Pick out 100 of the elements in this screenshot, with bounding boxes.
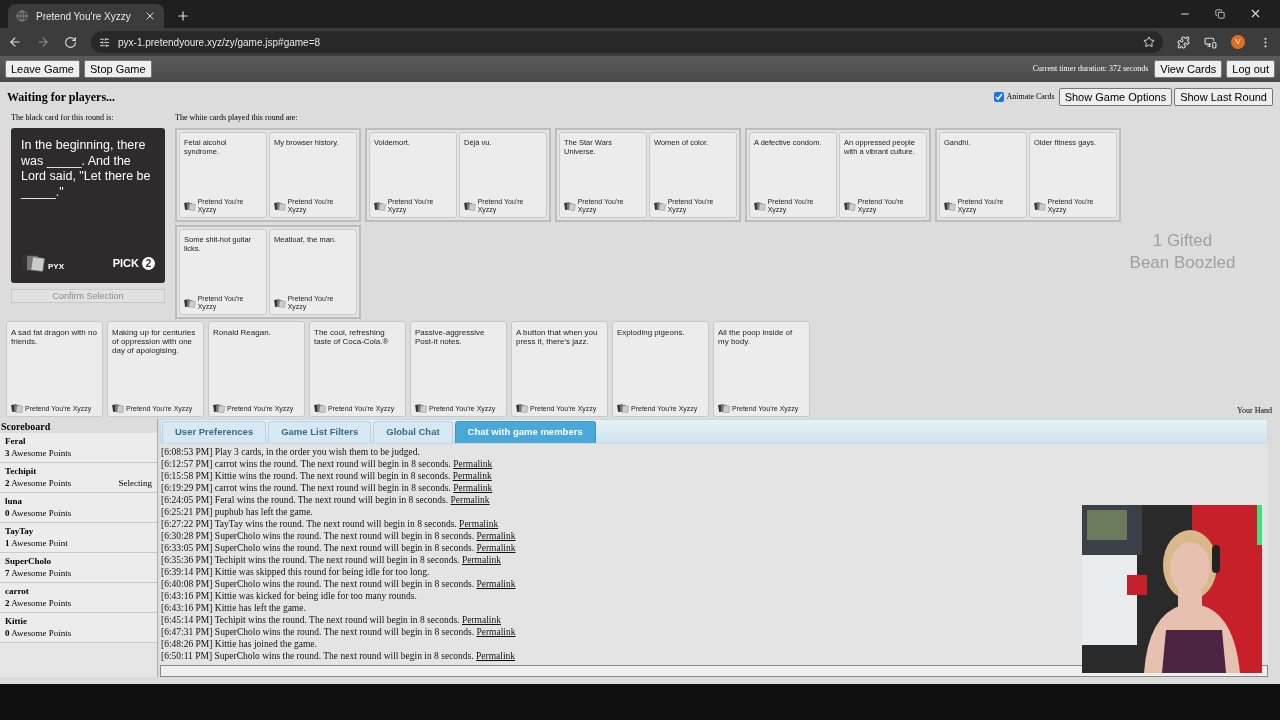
tab[interactable]: Global Chat xyxy=(373,421,453,443)
permalink-link[interactable]: Permalink xyxy=(476,627,516,637)
forward-icon[interactable] xyxy=(36,35,50,49)
permalink-link[interactable]: Permalink xyxy=(450,495,490,505)
player-points: 2 Awesome Points xyxy=(5,477,73,489)
toolbar-button[interactable]: Log out xyxy=(1226,60,1275,78)
permalink-link[interactable]: Permalink xyxy=(453,483,493,493)
card-text: Passive-aggressive Post-it notes. xyxy=(415,328,486,347)
card-logo-icon xyxy=(844,201,856,211)
chat-message: [6:35:36 PM] Techipit wins the round. The next round will begin in 8 seconds. Permalink xyxy=(161,554,502,566)
permalink-link[interactable]: Permalink xyxy=(476,579,516,589)
permalink-link[interactable]: Permalink xyxy=(476,651,516,661)
player-name: Feral xyxy=(5,435,27,447)
pick-count: 2 xyxy=(142,256,155,270)
option-button[interactable]: Show Last Round xyxy=(1174,88,1273,106)
chat-message: [6:40:08 PM] SuperCholo wins the round. The next round will begin in 8 seconds. Permalink xyxy=(161,578,517,590)
card-logo-icon xyxy=(415,404,427,413)
card-logo-icon xyxy=(374,201,386,211)
permalink-link[interactable]: Permalink xyxy=(461,615,501,625)
browser-tab[interactable]: Pretend You're Xyzzy xyxy=(8,4,164,28)
back-icon[interactable] xyxy=(8,35,22,49)
player-points: 2 Awesome Points xyxy=(5,597,73,609)
checkbox-label: Animate Cards xyxy=(1006,91,1055,103)
restore-icon[interactable] xyxy=(1215,8,1225,19)
card-logo-icon xyxy=(516,404,528,413)
card-text: The cool, refreshing taste of Coca-Cola.® xyxy=(314,328,390,347)
toolbar-button[interactable]: Leave Game xyxy=(5,60,80,78)
close-icon[interactable] xyxy=(1249,7,1262,20)
played-cards-label: The white cards played this round are: xyxy=(175,112,299,124)
game-status: Waiting for players... xyxy=(7,89,117,106)
player-name: luna xyxy=(5,495,23,507)
timer-text: Current timer duration: 372 seconds xyxy=(1032,63,1149,75)
permalink-link[interactable]: Permalink xyxy=(476,531,516,541)
card-text: Making up for centuries of oppression with one day of apologising. xyxy=(112,328,197,356)
chat-message: [6:30:28 PM] SuperCholo wins the round. The next round will begin in 8 seconds. Permalink xyxy=(161,530,517,542)
card-logo-icon xyxy=(213,404,225,413)
permalink-link[interactable]: Permalink xyxy=(461,555,501,565)
player-points: 1 Awesome Point xyxy=(5,537,69,549)
toolbar-button[interactable]: View Cards xyxy=(1154,60,1223,78)
url-text: pyx-1.pretendyoure.xyz/zy/game.jsp#game=8 xyxy=(118,35,322,50)
card-logo-icon xyxy=(654,201,666,211)
player-points: 0 Awesome Points xyxy=(5,627,73,639)
chat-message: [6:19:29 PM] carrot wins the round. The next round will begin in 8 seconds. Permalink xyxy=(161,482,494,494)
player-points: 0 Awesome Points xyxy=(5,507,73,519)
pick-label: PICK xyxy=(112,255,139,271)
animate-cards-checkbox[interactable] xyxy=(994,92,1005,102)
tab-title: Pretend You're Xyzzy xyxy=(36,9,132,24)
card-logo-icon xyxy=(564,201,576,211)
card-text: All the poop inside of my body. xyxy=(718,328,794,347)
player-points: 3 Awesome Points xyxy=(5,447,73,459)
card-text: A button that when you press it, there's jazz. xyxy=(516,328,599,347)
chat-message: [6:50:11 PM] SuperCholo wins the round. The next round will begin in 8 seconds. Permalink xyxy=(161,650,517,662)
chat-message: [6:48:26 PM] Kittie has joined the game. xyxy=(161,638,318,650)
card-logo-icon xyxy=(944,201,956,211)
card-text: A sad fat dragon with no friends. xyxy=(11,328,98,347)
chat-message: [6:47:31 PM] SuperCholo wins the round. The next round will begin in 8 seconds. Permalink xyxy=(161,626,517,638)
permalink-link[interactable]: Permalink xyxy=(452,471,492,481)
player-name: Kittie xyxy=(5,615,28,627)
chat-message: [6:43:16 PM] Kittie has left the game. xyxy=(161,602,307,614)
card-logo-icon xyxy=(11,404,23,413)
tab[interactable]: User Preferences xyxy=(162,421,267,443)
chat-message: [6:33:05 PM] SuperCholo wins the round. The next round will begin in 8 seconds. Permalink xyxy=(161,542,517,554)
card-logo-icon xyxy=(1034,201,1046,211)
toolbar-button[interactable]: Stop Game xyxy=(84,60,152,78)
chat-message: [6:25:21 PM] puphub has left the game. xyxy=(161,506,314,518)
option-button[interactable]: Show Game Options xyxy=(1058,88,1173,106)
permalink-link[interactable]: Permalink xyxy=(453,459,493,469)
card-logo-icon xyxy=(718,404,730,413)
player-status: Selecting xyxy=(118,477,152,489)
scoreboard-title: Scoreboard xyxy=(0,419,157,433)
permalink-link[interactable]: Permalink xyxy=(459,519,499,529)
prompt-card-label: The black card for this round is: xyxy=(11,112,115,124)
player-name: Techipit xyxy=(5,465,38,477)
site-settings-icon[interactable] xyxy=(99,36,110,48)
chat-message: [6:24:05 PM] Feral wins the round. The next round will begin in 8 seconds. Permalink xyxy=(161,494,491,506)
prompt-card-text: In the beginning, there was _____. And the Lord said, "Let there be _____." xyxy=(21,138,152,200)
card-logo-icon xyxy=(314,404,326,413)
card-logo-icon xyxy=(274,298,286,308)
tab[interactable]: Game List Filters xyxy=(268,421,372,443)
bookmark-star-icon[interactable] xyxy=(1143,36,1155,48)
player-points: 7 Awesome Points xyxy=(5,567,73,579)
address-bar[interactable]: pyx-1.pretendyoure.xyz/zy/game.jsp#game=8 xyxy=(91,31,1163,53)
hand-label: Your Hand xyxy=(1237,405,1272,417)
card-logo-icon xyxy=(184,201,196,211)
brand-text: PYX xyxy=(48,261,65,273)
card-logo-icon xyxy=(274,201,286,211)
new-tab-icon[interactable] xyxy=(176,9,190,23)
devices-icon[interactable] xyxy=(1204,35,1217,49)
chat-message: [6:12:57 PM] carrot wins the round. The next round will begin in 8 seconds. Permalink xyxy=(161,458,494,470)
chat-message: [6:43:16 PM] Kittie was kicked for being idle for too many rounds. xyxy=(161,590,418,602)
close-icon[interactable] xyxy=(144,10,156,22)
extensions-icon[interactable] xyxy=(1177,35,1190,49)
chat-message: [6:15:58 PM] Kittie wins the round. The next round will begin in 8 seconds. Permalink xyxy=(161,470,493,482)
player-name: SuperCholo xyxy=(5,555,52,567)
stream-overlay-text: 1 Gifted xyxy=(1152,230,1213,252)
reload-icon[interactable] xyxy=(64,35,77,49)
permalink-link[interactable]: Permalink xyxy=(476,543,516,553)
chat-message: [6:27:22 PM] TayTay wins the round. The next round will begin in 8 seconds. Permalink xyxy=(161,518,500,530)
stream-overlay-text: Bean Boozled xyxy=(1129,252,1236,274)
card-logo-icon xyxy=(112,404,124,413)
